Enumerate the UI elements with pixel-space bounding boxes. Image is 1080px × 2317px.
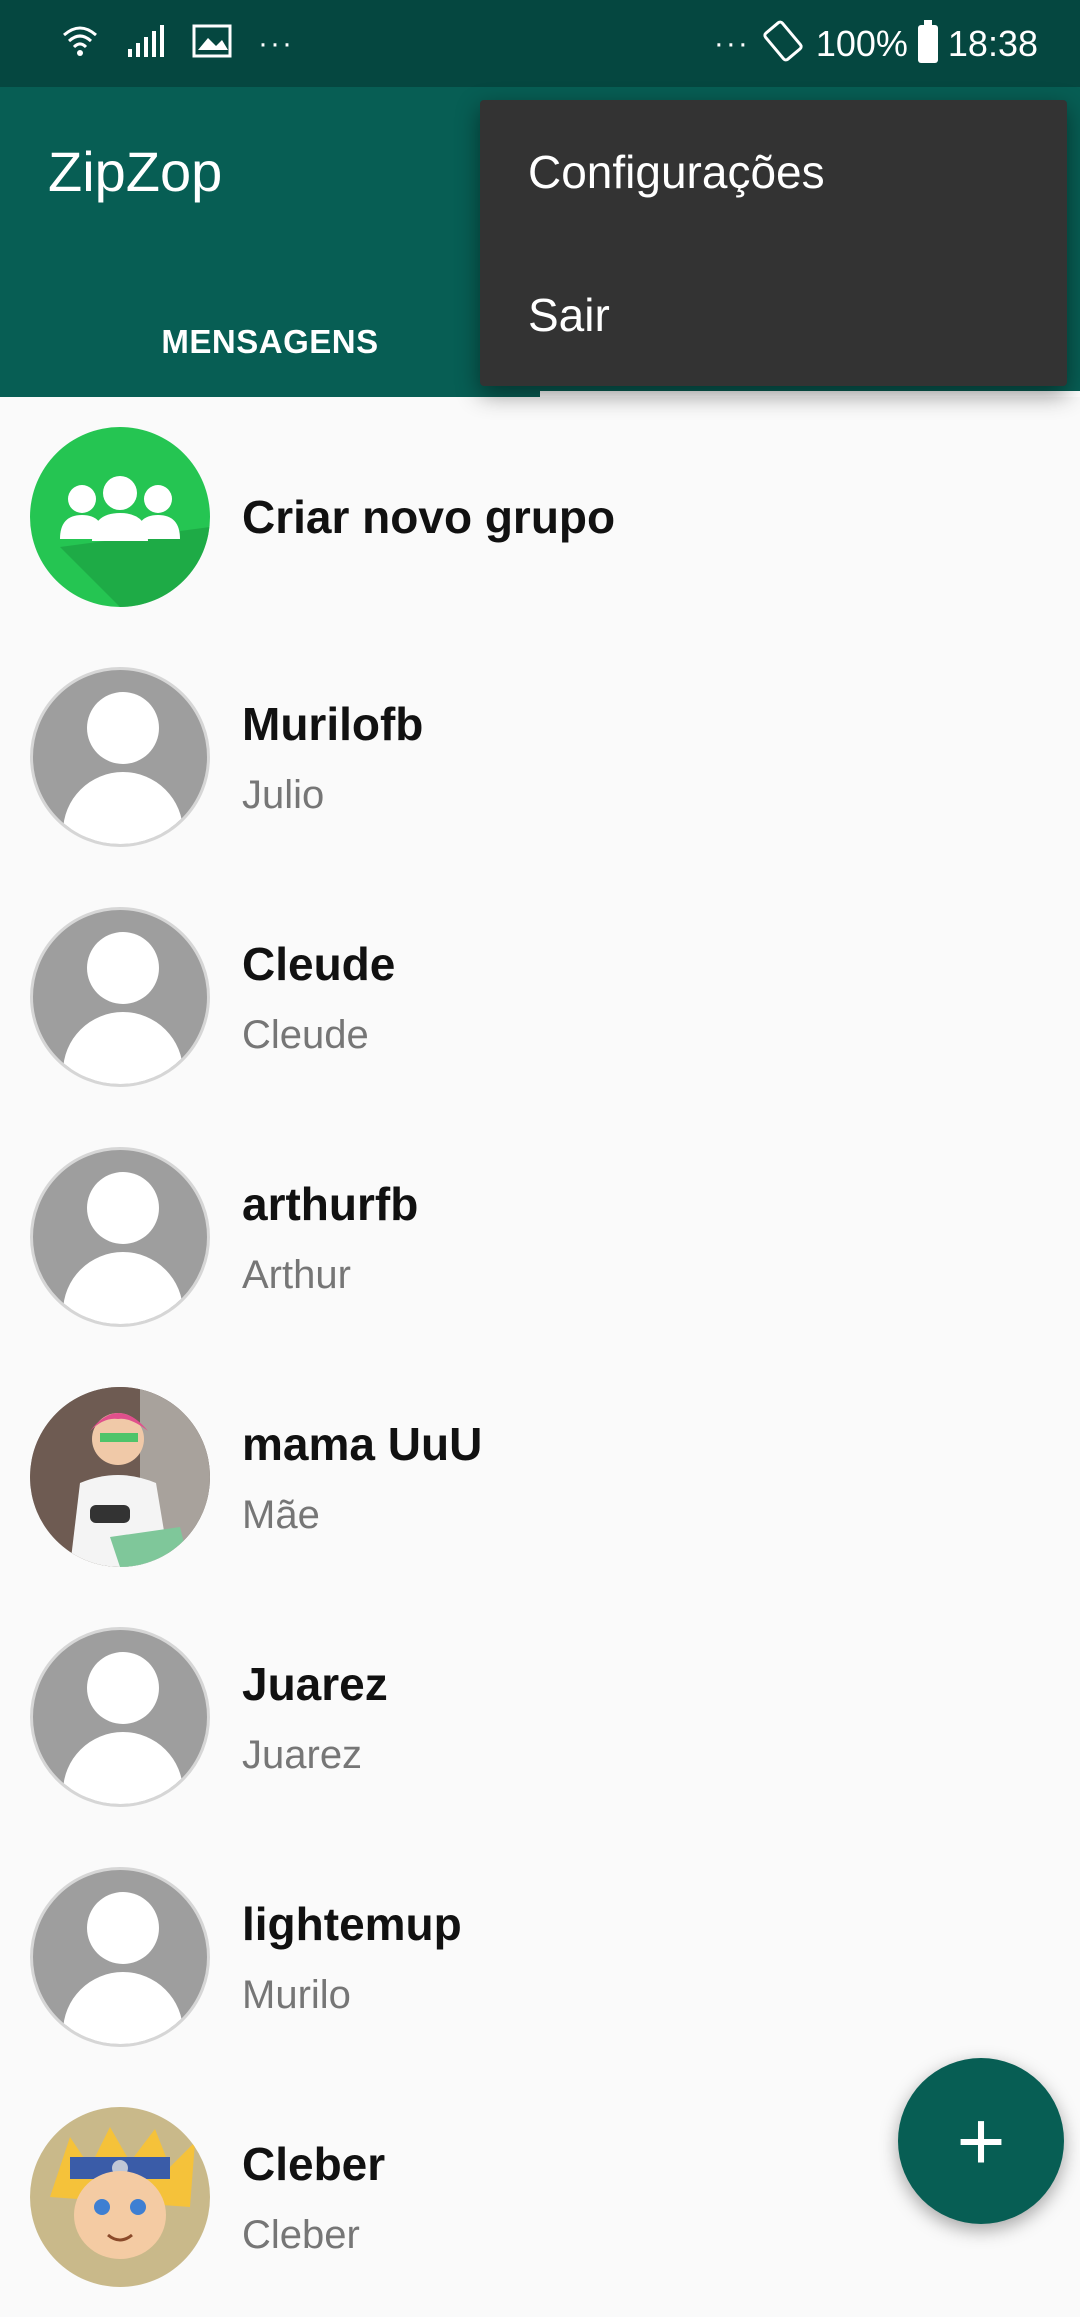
contact-name: arthurfb	[242, 1177, 419, 1230]
list-item-create-group[interactable]: Criar novo grupo	[0, 397, 1080, 637]
contact-subtitle: Juarez	[242, 1732, 363, 1777]
status-right: ··· 100% 18:38	[713, 19, 1038, 67]
overflow-menu: Configurações Sair	[480, 100, 1067, 386]
contact-subtitle: Mãe	[242, 1492, 320, 1537]
status-bar: ··· ··· 100% 18:38	[0, 0, 1080, 87]
contact-subtitle: Cleber	[242, 2212, 360, 2257]
new-chat-fab[interactable]: +	[898, 2058, 1064, 2224]
list-item[interactable]: lightemup Murilo	[0, 1837, 1080, 2077]
list-item[interactable]: mama UuU Mãe	[0, 1357, 1080, 1597]
list-item[interactable]: Cleude Cleude	[0, 877, 1080, 1117]
avatar-head	[87, 692, 159, 764]
contact-subtitle: Murilo	[242, 1972, 351, 2017]
contact-name: Criar novo grupo	[242, 491, 616, 543]
contact-name: mama UuU	[242, 1417, 483, 1470]
list-item[interactable]: Murilofb Julio	[0, 637, 1080, 877]
default-avatar-icon	[30, 1867, 210, 2047]
image-icon	[192, 24, 232, 63]
avatar-body	[63, 1732, 183, 1804]
row-text: lightemup Murilo	[242, 1897, 462, 2018]
plus-icon: +	[956, 2094, 1006, 2188]
contact-subtitle: Arthur	[242, 1252, 351, 1297]
wifi-icon	[60, 21, 100, 66]
status-left: ···	[60, 21, 294, 66]
app-title: ZipZop	[48, 140, 223, 203]
row-text: Criar novo grupo	[242, 490, 615, 544]
contact-name: Cleude	[242, 937, 396, 990]
default-avatar-icon	[30, 907, 210, 1087]
clock: 18:38	[947, 22, 1038, 64]
tab-mensagens[interactable]: MENSAGENS	[0, 287, 540, 397]
status-dots-left: ···	[258, 26, 294, 60]
row-text: Murilofb Julio	[242, 697, 423, 818]
contact-name: Murilofb	[242, 697, 424, 750]
avatar-body	[63, 1252, 183, 1324]
avatar-head	[87, 1892, 159, 1964]
list-item[interactable]: Juarez Juarez	[0, 1597, 1080, 1837]
default-avatar-icon	[30, 1627, 210, 1807]
avatar-head	[87, 1652, 159, 1724]
row-text: arthurfb Arthur	[242, 1177, 418, 1298]
list-item[interactable]: arthurfb Arthur	[0, 1117, 1080, 1357]
signal-icon	[126, 23, 166, 64]
avatar-photo	[30, 1387, 210, 1567]
default-avatar-icon	[30, 667, 210, 847]
avatar-head	[87, 1172, 159, 1244]
battery-icon	[917, 19, 938, 63]
menu-item-sair[interactable]: Sair	[480, 243, 1067, 386]
rotate-icon	[760, 20, 806, 67]
contact-subtitle: Julio	[242, 772, 325, 817]
contact-name: Juarez	[242, 1657, 388, 1710]
row-text: Cleude Cleude	[242, 937, 395, 1058]
row-text: Cleber Cleber	[242, 2137, 385, 2258]
avatar-photo	[30, 2107, 210, 2287]
avatar-body	[63, 1972, 183, 2044]
battery-percent: 100%	[815, 22, 908, 64]
status-dots-right: ···	[713, 26, 750, 60]
avatar-head	[87, 932, 159, 1004]
avatar-body	[63, 772, 183, 844]
contact-subtitle: Cleude	[242, 1012, 369, 1057]
row-text: Juarez Juarez	[242, 1657, 388, 1778]
contact-list: Criar novo grupo Murilofb Julio Cleude C…	[0, 397, 1080, 2317]
row-text: mama UuU Mãe	[242, 1417, 482, 1538]
default-avatar-icon	[30, 1147, 210, 1327]
contact-name: lightemup	[242, 1897, 462, 1950]
avatar-body	[63, 1012, 183, 1084]
group-icon	[30, 427, 210, 607]
menu-item-configuracoes[interactable]: Configurações	[480, 100, 1067, 243]
contact-name: Cleber	[242, 2137, 386, 2190]
